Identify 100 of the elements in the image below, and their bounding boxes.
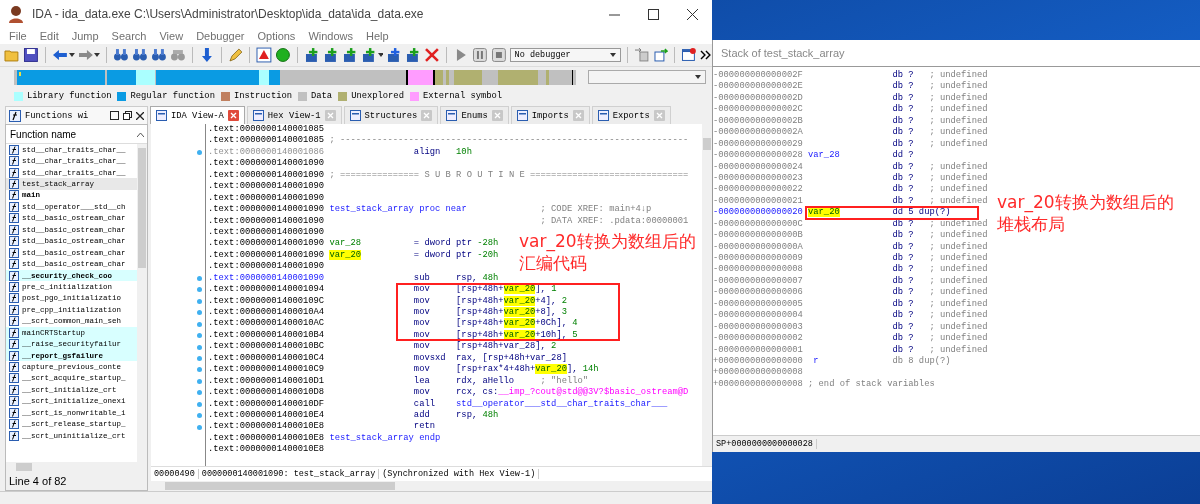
view-tab[interactable]: Hex View-1: [246, 106, 342, 124]
float-icon[interactable]: [123, 111, 132, 120]
listing-line[interactable]: .text:00000001400010B4 mov [rsp+48h+var_20+10h], 5: [208, 329, 578, 342]
menu-item[interactable]: View: [159, 30, 184, 42]
listing-line[interactable]: .text:00000001400010D1 lea rdx, aHello ; "hello": [208, 375, 589, 388]
binoculars-icon[interactable]: [113, 47, 130, 63]
menu-item[interactable]: Edit: [39, 30, 59, 42]
view-tab[interactable]: Imports: [510, 106, 590, 124]
listing-line[interactable]: .text:0000000140001085 ; ------------------------------------------------------------------: [208, 135, 689, 147]
stack-row[interactable]: -0000000000000004 db ? ; undefined: [713, 310, 988, 322]
view-tab[interactable]: Exports: [591, 106, 671, 124]
listing-line[interactable]: .text:00000001400010C4 movsxd rax, [rsp+48h+var_28]: [208, 352, 567, 365]
listing-line[interactable]: .text:0000000140001090: [208, 158, 325, 170]
stack-row[interactable]: -0000000000000001 db ? ; undefined: [713, 344, 988, 356]
circle-icon[interactable]: [275, 47, 292, 63]
window-icon[interactable]: [681, 47, 698, 63]
add-icon[interactable]: [322, 47, 339, 63]
listing-line[interactable]: .text:0000000140001090: [208, 192, 325, 205]
binoculars-icon[interactable]: [151, 47, 167, 63]
menu-item[interactable]: Windows: [308, 30, 353, 42]
stack-row[interactable]: -000000000000000B db ? ; undefined: [713, 230, 988, 242]
stack-row[interactable]: -000000000000002C db ? ; undefined: [713, 104, 988, 116]
menu-item[interactable]: Options: [257, 30, 296, 42]
column-header[interactable]: Function name: [10, 128, 77, 140]
navigation-band-drawing[interactable]: [14, 69, 576, 85]
save-icon[interactable]: [22, 47, 39, 63]
listing-line[interactable]: .text:0000000140001090 sub rsp, 48h: [208, 272, 499, 285]
menu-item[interactable]: Jump: [71, 30, 99, 42]
maximize-icon[interactable]: [648, 8, 659, 20]
listing-line[interactable]: .text:0000000140001090 test_stack_array proc near ; CODE XREF: main+4↓p: [208, 204, 652, 216]
stack-row[interactable]: -0000000000000021 db ? ; undefined: [713, 195, 988, 208]
binoculars-icon[interactable]: [169, 47, 186, 63]
debugger-select[interactable]: No debugger: [509, 48, 621, 62]
stack-row[interactable]: -0000000000000003 db ? ; undefined: [713, 321, 988, 334]
stack-row[interactable]: -000000000000002A db ? ; undefined: [713, 127, 988, 139]
pause-icon[interactable]: [471, 47, 488, 63]
horizontal-scrollbar[interactable]: [151, 481, 712, 491]
listing-line[interactable]: .text:00000001400010DF call std__operator___std__char_traits_char___: [208, 398, 668, 410]
stack-row[interactable]: -0000000000000029 db ? ; undefined: [713, 138, 988, 151]
listing-line[interactable]: .text:0000000140001090: [208, 226, 325, 239]
listing-line[interactable]: .text:000000014000109C mov [rsp+48h+var_20+4], 2: [208, 295, 567, 307]
scroll-up-icon[interactable]: [137, 131, 144, 137]
listing-line[interactable]: .text:00000001400010E8 retn: [208, 421, 435, 433]
stack-row[interactable]: -000000000000002F db ? ; undefined: [713, 70, 988, 82]
stack-row[interactable]: +0000000000000000 r db 8 dup(?): [713, 355, 951, 368]
listing-line[interactable]: .text:00000001400010A4 mov [rsp+48h+var_20+8], 3: [208, 307, 567, 319]
stack-row[interactable]: -0000000000000009 db ? ; undefined: [713, 253, 988, 265]
panel-tab[interactable]: Functions wi: [5, 106, 148, 124]
stack-row[interactable]: -0000000000000008 db ? ; undefined: [713, 264, 988, 276]
listing-line[interactable]: .text:00000001400010D8 mov rcx, cs:__imp_?cout@std@@3V?$basic_ostream@D: [208, 387, 689, 399]
stack-row[interactable]: -000000000000000C db ? ; undefined: [713, 218, 988, 231]
stack-row[interactable]: -0000000000000024 db ? ; undefined: [713, 161, 988, 173]
listing-line[interactable]: .text:0000000140001090 var_28 = dword ptr -28h: [208, 238, 499, 250]
stack-row[interactable]: -0000000000000005 db ? ; undefined: [713, 298, 988, 311]
menu-item[interactable]: Search: [111, 30, 147, 42]
pencil-icon[interactable]: [227, 47, 244, 63]
listing-line[interactable]: .text:0000000140001090 var_20 = dword ptr -20h: [208, 249, 499, 262]
listing-line[interactable]: .text:00000001400010E8: [208, 444, 325, 456]
stack-row[interactable]: -000000000000000A db ? ; undefined: [713, 241, 988, 253]
view-tab[interactable]: Enums: [440, 106, 509, 124]
close-icon[interactable]: [687, 8, 698, 20]
stop-icon[interactable]: [490, 47, 507, 63]
back-arrow-icon[interactable]: [51, 47, 68, 63]
stack-row[interactable]: -0000000000000002 db ? ; undefined: [713, 333, 988, 345]
add-icon[interactable]: [304, 47, 320, 63]
menu-item[interactable]: Debugger: [196, 30, 245, 42]
stack-row[interactable]: -000000000000002D db ? ; undefined: [713, 92, 988, 105]
caret-icon[interactable]: [377, 53, 384, 57]
listing-line[interactable]: .text:00000001400010E4 add rsp, 48h: [208, 409, 499, 422]
stack-row[interactable]: +0000000000000008 ; end of stack variables: [713, 378, 935, 391]
listing-line[interactable]: .text:0000000140001090: [208, 261, 325, 273]
stack-row[interactable]: -0000000000000007 db ? ; undefined: [713, 275, 988, 288]
view-tab[interactable]: IDA View-A: [150, 106, 245, 124]
view-tab[interactable]: Structures: [343, 106, 439, 124]
listing-line[interactable]: .text:00000001400010E8 test_stack_array endp: [208, 432, 441, 445]
binoculars-icon[interactable]: [132, 47, 148, 63]
vertical-scrollbar[interactable]: [137, 144, 147, 462]
listing-line[interactable]: .text:00000001400010BC mov [rsp+48h+var_28], 2: [208, 341, 557, 353]
menu-item[interactable]: Help: [366, 30, 389, 42]
listing-line[interactable]: .text:0000000140001085: [208, 124, 325, 136]
menu-item[interactable]: File: [9, 30, 27, 42]
stack-row[interactable]: +0000000000000008: [713, 367, 930, 379]
add-icon[interactable]: [341, 47, 358, 63]
step-icon[interactable]: [633, 47, 650, 63]
stack-row[interactable]: -0000000000000006 db ? ; undefined: [713, 287, 988, 299]
vertical-scrollbar[interactable]: [702, 124, 712, 466]
listing-line[interactable]: .text:00000001400010AC mov [rsp+48h+var_20+0Ch], 4: [208, 318, 578, 330]
listing-line[interactable]: .text:0000000140001090: [208, 181, 325, 193]
close-icon[interactable]: [136, 111, 144, 120]
stack-row[interactable]: -0000000000000022 db ? ; undefined: [713, 184, 988, 196]
stack-row[interactable]: -000000000000002B db ? ; undefined: [713, 115, 988, 128]
horizontal-scrollbar[interactable]: [6, 462, 147, 472]
stack-row[interactable]: -0000000000000028 var_28 dd ?: [713, 150, 930, 162]
listing-line[interactable]: .text:0000000140001090 ; =============== S U B R O U T I N E ==============================: [208, 169, 689, 182]
stack-row[interactable]: -000000000000002E db ? ; undefined: [713, 81, 988, 93]
cross-icon[interactable]: [424, 47, 441, 63]
caret-icon[interactable]: [68, 53, 75, 57]
caret-icon[interactable]: [94, 53, 101, 57]
listing-line[interactable]: .text:0000000140001086 align 10h: [208, 146, 472, 159]
stack-row[interactable]: -0000000000000023 db ? ; undefined: [713, 172, 988, 185]
